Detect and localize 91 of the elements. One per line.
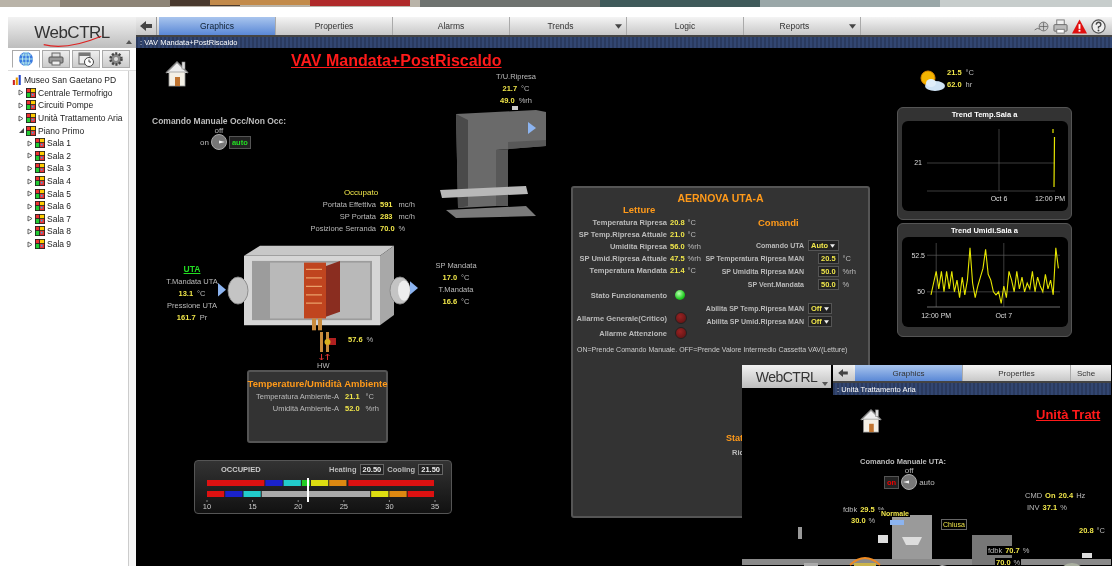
expander-icon[interactable] (18, 89, 24, 97)
tree-item[interactable]: Sala 3 (47, 163, 72, 174)
connection-icon[interactable] (1034, 18, 1049, 34)
tree-item[interactable]: Sala 5 (47, 188, 72, 199)
globe-tab[interactable] (12, 50, 40, 68)
tree-item[interactable]: Centrale Termofrigo (38, 87, 113, 98)
grid-icon (35, 176, 45, 187)
tree-item[interactable]: Sala 1 (47, 138, 72, 149)
help-icon[interactable] (1091, 18, 1106, 34)
tree-item[interactable]: Sala 8 (47, 226, 72, 237)
expander-icon[interactable] (27, 139, 33, 147)
warning-icon[interactable] (1072, 18, 1087, 34)
tab[interactable]: Reports (744, 17, 861, 35)
grid-icon (35, 239, 45, 249)
printer-icon[interactable] (1053, 18, 1068, 34)
grid-icon (35, 213, 45, 224)
scrollbar[interactable] (128, 71, 136, 566)
switch-option[interactable]: off (210, 126, 227, 134)
tree-item[interactable]: Sala 6 (47, 201, 72, 212)
expander-icon[interactable] (27, 227, 33, 235)
back-arrow-icon (140, 21, 152, 31)
tree-item[interactable]: Circuiti Pompe (38, 100, 94, 111)
grid-icon (35, 188, 45, 199)
expander-icon[interactable] (27, 215, 33, 223)
switch-label: Comando Manuale Occ/Non Occ: (152, 116, 288, 126)
tree-item[interactable]: Museo San Gaetano PD (24, 75, 117, 86)
tab[interactable]: Alarms (393, 17, 510, 35)
caret-icon[interactable] (822, 382, 828, 386)
settings-tab[interactable] (102, 50, 130, 68)
back-button[interactable] (833, 365, 853, 381)
tab[interactable]: Properties (963, 365, 1071, 381)
expander-icon[interactable] (27, 152, 33, 160)
grid-icon (35, 150, 45, 161)
expander-icon[interactable] (18, 127, 24, 135)
tab[interactable]: Trends (510, 17, 627, 35)
section-title: Comandi (758, 217, 799, 228)
tree-item[interactable]: Unità Trattamento Aria (38, 113, 123, 124)
bar-chart-icon (12, 75, 22, 86)
panel-title: Temperature/Umidità Ambiente (247, 378, 388, 389)
tab[interactable]: Logic (627, 17, 744, 35)
home-icon[interactable] (859, 408, 883, 434)
caret-icon (823, 319, 829, 324)
grid-icon (26, 113, 36, 124)
setpoint-marker[interactable] (307, 478, 310, 502)
tree-item[interactable]: Sala 2 (47, 150, 72, 161)
tree-item[interactable]: Sala 4 (47, 176, 72, 187)
expander-icon[interactable] (27, 190, 33, 198)
grid-icon (35, 201, 45, 212)
grid-icon (35, 163, 45, 174)
caret-icon[interactable] (849, 23, 856, 29)
grid-icon (26, 125, 36, 136)
back-button[interactable] (136, 17, 157, 35)
expander-icon[interactable] (27, 177, 33, 185)
grid-icon (26, 87, 36, 98)
tree-item[interactable]: Sala 9 (47, 239, 72, 249)
expander-icon[interactable] (27, 240, 33, 248)
expander-icon[interactable] (27, 164, 33, 172)
uta-link[interactable]: UTA (183, 264, 201, 274)
printer-tab[interactable] (42, 50, 70, 68)
grid-icon (35, 226, 45, 237)
logo[interactable]: WebCTRL (755, 368, 818, 385)
home-icon[interactable] (164, 60, 190, 88)
grid-icon (26, 100, 36, 111)
tab[interactable]: Graphics (159, 17, 276, 35)
tab[interactable]: Graphics (855, 365, 963, 381)
logo[interactable]: WebCTRL (34, 22, 110, 43)
trend-line (1051, 128, 1055, 188)
occupancy-status: Occupato (343, 188, 379, 197)
section-title: Stat (726, 433, 743, 443)
tree-item[interactable]: Sala 7 (47, 213, 72, 224)
grid-icon (35, 138, 45, 149)
schedule-tab[interactable] (72, 50, 100, 68)
page-title[interactable]: VAV Mandata+PostRiscaldo (291, 52, 502, 70)
tab[interactable]: Properties (276, 17, 393, 35)
expander-icon[interactable] (18, 102, 24, 109)
switch-option[interactable]: on (200, 137, 209, 147)
switch-option[interactable]: off (901, 466, 918, 474)
tree-item[interactable]: Piano Primo (38, 125, 85, 136)
expander-icon[interactable] (18, 114, 24, 122)
rotary-switch[interactable] (901, 474, 918, 490)
back-arrow-icon (838, 369, 848, 377)
caret-icon (830, 243, 836, 248)
expander-icon[interactable] (27, 202, 33, 210)
section-title: Letture (623, 204, 656, 215)
switch-option[interactable]: auto (919, 477, 935, 487)
page-title[interactable]: Unità Tratt (1036, 407, 1101, 422)
caret-icon[interactable] (126, 40, 132, 44)
panel-title: AERNOVA UTA-A (676, 192, 765, 204)
caret-icon (823, 306, 829, 311)
caret-icon[interactable] (615, 23, 622, 29)
rotary-switch[interactable] (210, 134, 227, 150)
